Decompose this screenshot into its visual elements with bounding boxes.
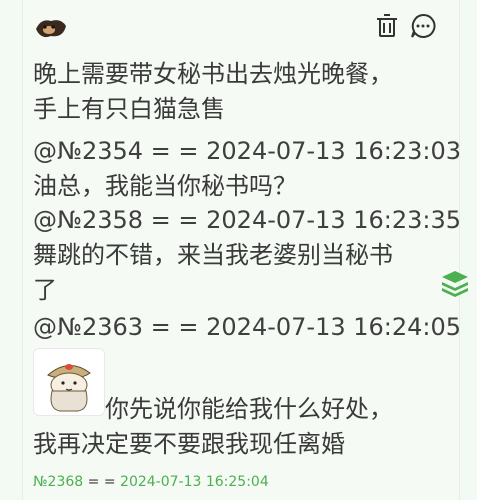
reply-text-2358-line-2: 了	[33, 276, 57, 304]
post-card: 晚上需要带女秘书出去烛光晚餐， 手上有只白猫急售 @№2354 = = 2024…	[22, 0, 461, 500]
trash-icon[interactable]	[373, 12, 401, 40]
layers-icon[interactable]	[438, 266, 472, 300]
footer-eq: = =	[87, 474, 116, 490]
reply-text-2363-line-1: 你先说你能给我什么好处，	[105, 395, 393, 423]
reply-text-2363-line-2: 我再决定要不要跟我现任离婚	[33, 430, 345, 458]
post-text-line-2: 手上有只白猫急售	[33, 95, 225, 123]
reply-meta-2363[interactable]: @№2363 = = 2024-07-13 16:24:05	[33, 310, 461, 345]
reply-meta-2358[interactable]: @№2358 = = 2024-07-13 16:23:35	[33, 203, 461, 238]
more-options-icon[interactable]	[409, 12, 437, 40]
reply-text-2358-line-1: 舞跳的不错，来当我老婆别当秘书	[33, 241, 393, 269]
sticker-image[interactable]	[33, 348, 105, 416]
footer-post-id[interactable]: №2368	[33, 474, 83, 490]
user-avatar-icon[interactable]	[33, 14, 69, 44]
post-text-line-1: 晚上需要带女秘书出去烛光晚餐，	[33, 60, 393, 88]
reply-text-2354: 油总，我能当你秘书吗？	[33, 172, 297, 200]
footer-timestamp: 2024-07-13 16:25:04	[120, 474, 269, 490]
footer-meta: №2368 = = 2024-07-13 16:25:04	[33, 474, 269, 490]
reply-meta-2354[interactable]: @№2354 = = 2024-07-13 16:23:03	[33, 134, 461, 169]
